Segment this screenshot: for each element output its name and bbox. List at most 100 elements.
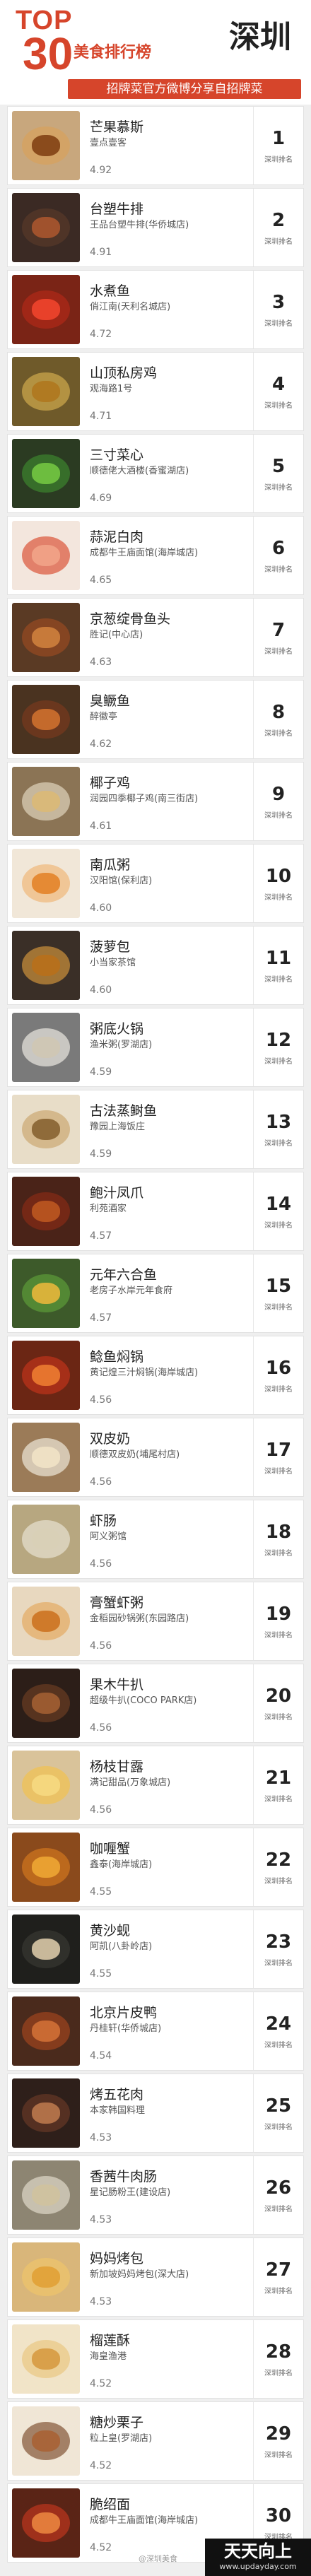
rank-number: 12 <box>265 1030 292 1051</box>
dish-name: 烤五花肉 <box>90 2087 144 2102</box>
rank-label: 深圳排名 <box>264 1714 293 1722</box>
list-item[interactable]: 臭鳜鱼 醉徽亭 4.62 8 深圳排名 <box>7 680 304 759</box>
rank-label: 深圳排名 <box>264 730 293 738</box>
list-item[interactable]: 三寸菜心 顺德佬大酒楼(香蜜湖店) 4.69 5 深圳排名 <box>7 434 304 513</box>
list-item[interactable]: 水煮鱼 俏江南(天利名城店) 4.72 3 深圳排名 <box>7 270 304 349</box>
rank-number: 19 <box>265 1604 292 1625</box>
rank-box: 10 深圳排名 <box>253 845 303 922</box>
dish-name: 古法蒸鲥鱼 <box>90 1103 158 1119</box>
list-item[interactable]: 黄沙蚬 阿凯(八卦岭店) 4.55 23 深圳排名 <box>7 1910 304 1989</box>
list-item[interactable]: 元年六合鱼 老房子水岸元年食府 4.57 15 深圳排名 <box>7 1254 304 1333</box>
list-item[interactable]: 杨枝甘露 满记甜品(万象城店) 4.56 21 深圳排名 <box>7 1746 304 1825</box>
dish-photo <box>12 1177 80 1246</box>
restaurant-name: 汉阳馆(保利店) <box>90 876 153 886</box>
dish-photo <box>12 1751 80 1820</box>
list-item[interactable]: 山顶私房鸡 观海路1号 4.71 4 深圳排名 <box>7 352 304 431</box>
dish-food <box>32 1775 60 1796</box>
dish-photo <box>12 439 80 508</box>
dish-score: 4.60 <box>90 902 112 914</box>
dish-food <box>32 463 60 484</box>
list-item[interactable]: 芒果慕斯 壹点壹客 4.92 1 深圳排名 <box>7 106 304 185</box>
dish-food <box>32 1119 60 1140</box>
restaurant-name: 顺德佬大酒楼(香蜜湖店) <box>90 466 189 476</box>
rank-box: 5 深圳排名 <box>253 435 303 512</box>
dish-food <box>32 135 60 156</box>
list-item[interactable]: 粥底火锅 渔米粥(罗湖店) 4.59 12 深圳排名 <box>7 1008 304 1087</box>
dish-name: 山顶私房鸡 <box>90 365 158 381</box>
list-item[interactable]: 古法蒸鲥鱼 豫园上海饭庄 4.59 13 深圳排名 <box>7 1090 304 1169</box>
list-item[interactable]: 咖喱蟹 鑫泰(海岸城店) 4.55 22 深圳排名 <box>7 1828 304 1907</box>
dish-score: 4.69 <box>90 493 112 504</box>
dish-food <box>32 709 60 730</box>
dish-score: 4.62 <box>90 739 112 750</box>
rank-number: 15 <box>265 1276 292 1297</box>
list-item[interactable]: 鲶鱼焖锅 黄记煌三汁焖锅(海岸城店) 4.56 16 深圳排名 <box>7 1336 304 1415</box>
list-item[interactable]: 香茜牛肉肠 星记肠粉王(建设店) 4.53 26 深圳排名 <box>7 2156 304 2235</box>
dish-photo <box>12 1915 80 1984</box>
dish-name: 香茜牛肉肠 <box>90 2169 158 2184</box>
rank-box: 28 深圳排名 <box>253 2320 303 2398</box>
list-item[interactable]: 北京片皮鸭 丹桂轩(华侨城店) 4.54 24 深圳排名 <box>7 1992 304 2071</box>
rank-label: 深圳排名 <box>264 156 293 164</box>
list-item[interactable]: 糖炒栗子 粒上皇(罗湖店) 4.52 29 深圳排名 <box>7 2401 304 2481</box>
rank-number: 14 <box>265 1194 292 1215</box>
dish-photo <box>12 849 80 918</box>
restaurant-name: 粒上皇(罗湖店) <box>90 2433 153 2444</box>
restaurant-name: 观海路1号 <box>90 384 133 394</box>
rank-label: 深圳排名 <box>264 1632 293 1640</box>
dish-score: 4.63 <box>90 657 112 668</box>
dish-photo <box>12 685 80 754</box>
dish-photo <box>12 1505 80 1574</box>
dish-photo <box>12 2242 80 2312</box>
rank-number: 24 <box>265 2013 292 2035</box>
dish-score: 4.59 <box>90 1066 112 1078</box>
rank-label: 深圳排名 <box>264 2288 293 2295</box>
watermark: @深圳美食 <box>139 2554 177 2563</box>
dish-score: 4.72 <box>90 329 112 340</box>
restaurant-name: 海皇渔港 <box>90 2351 127 2362</box>
dish-photo <box>12 521 80 590</box>
dish-photo <box>12 1013 80 1082</box>
dish-score: 4.59 <box>90 1148 112 1160</box>
rank-number: 2 <box>271 210 286 231</box>
list-item[interactable]: 台塑牛排 王品台塑牛排(华侨城店) 4.91 2 深圳排名 <box>7 188 304 267</box>
list-item[interactable]: 椰子鸡 润园四季椰子鸡(南三街店) 4.61 9 深圳排名 <box>7 762 304 841</box>
rank-label: 深圳排名 <box>264 1222 293 1230</box>
list-item[interactable]: 蒜泥白肉 成都牛王庙面馆(海岸城店) 4.65 6 深圳排名 <box>7 516 304 595</box>
dish-score: 4.55 <box>90 1886 112 1898</box>
rank-label: 深圳排名 <box>264 2452 293 2459</box>
restaurant-name: 老房子水岸元年食府 <box>90 1286 173 1296</box>
rank-label: 深圳排名 <box>264 2206 293 2213</box>
list-item[interactable]: 京葱绽骨鱼头 胜记(中心店) 4.63 7 深圳排名 <box>7 598 304 677</box>
dish-food <box>32 1447 60 1468</box>
list-item[interactable]: 烤五花肉 本家韩国料理 4.53 25 深圳排名 <box>7 2074 304 2153</box>
dish-score: 4.52 <box>90 2460 112 2471</box>
dish-photo <box>12 603 80 672</box>
rank-label: 深圳排名 <box>264 1550 293 1558</box>
dish-score: 4.56 <box>90 1804 112 1816</box>
rank-number: 23 <box>265 1931 292 1953</box>
dish-photo <box>12 2488 80 2558</box>
list-item[interactable]: 榴莲酥 海皇渔港 4.52 28 深圳排名 <box>7 2319 304 2399</box>
list-item[interactable]: 妈妈烤包 新加坡妈妈烤包(深大店) 4.53 27 深圳排名 <box>7 2237 304 2317</box>
dish-photo <box>12 767 80 836</box>
dish-food <box>32 1201 60 1222</box>
list-item[interactable]: 双皮奶 顺德双皮奶(埔尾村店) 4.56 17 深圳排名 <box>7 1418 304 1497</box>
list-item[interactable]: 膏蟹虾粥 金稻园砂锅粥(东园路店) 4.56 19 深圳排名 <box>7 1582 304 1661</box>
list-item[interactable]: 南瓜粥 汉阳馆(保利店) 4.60 10 深圳排名 <box>7 844 304 923</box>
rank-label: 深圳排名 <box>264 648 293 656</box>
rank-label: 深圳排名 <box>264 402 293 410</box>
list-item[interactable]: 虾肠 阿义粥馆 4.56 18 深圳排名 <box>7 1500 304 1579</box>
rank-box: 20 深圳排名 <box>253 1664 303 1742</box>
list-item[interactable]: 菠萝包 小当家茶馆 4.60 11 深圳排名 <box>7 926 304 1005</box>
rank-number: 20 <box>265 1686 292 1707</box>
dish-name: 菠萝包 <box>90 939 131 955</box>
dish-score: 4.56 <box>90 1722 112 1734</box>
list-item[interactable]: 鲍汁凤爪 利苑酒家 4.57 14 深圳排名 <box>7 1172 304 1251</box>
dish-name: 鲍汁凤爪 <box>90 1185 144 1201</box>
dish-photo <box>12 2078 80 2148</box>
rank-box: 27 深圳排名 <box>253 2238 303 2316</box>
restaurant-name: 小当家茶馆 <box>90 958 136 968</box>
list-item[interactable]: 果木牛扒 超级牛扒(COCO PARK店) 4.56 20 深圳排名 <box>7 1664 304 1743</box>
dish-name: 北京片皮鸭 <box>90 2005 158 2021</box>
